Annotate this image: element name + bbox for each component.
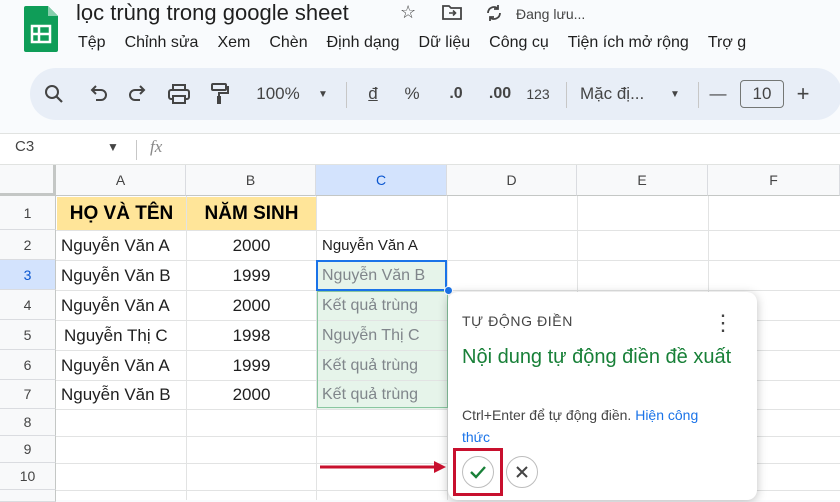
select-all-corner[interactable]	[0, 165, 56, 196]
name-box-dropdown-icon[interactable]: ▼	[107, 140, 119, 154]
font-size-input[interactable]: 10	[740, 80, 784, 108]
close-icon	[516, 466, 528, 478]
name-box[interactable]: C3	[15, 138, 34, 155]
row-header-2[interactable]: 2	[0, 230, 56, 260]
cell-b5[interactable]: 1998	[187, 321, 316, 350]
font-family-select[interactable]: Mặc đị...	[580, 80, 666, 108]
undo-icon[interactable]	[84, 80, 112, 108]
row-header-9[interactable]: 9	[0, 436, 56, 463]
decrease-decimal-button[interactable]: .0	[440, 80, 472, 108]
menu-extensions[interactable]: Tiện ích mở rộng	[568, 34, 689, 51]
toolbar-divider	[346, 82, 347, 108]
paint-format-icon[interactable]	[206, 80, 234, 108]
zoom-dropdown-icon[interactable]: ▼	[316, 80, 330, 108]
menu-view[interactable]: Xem	[217, 34, 250, 51]
number-format-button[interactable]: 123	[522, 80, 554, 108]
font-size-increase-button[interactable]: +	[792, 80, 814, 108]
row-header-8[interactable]: 8	[0, 409, 56, 436]
increase-decimal-button[interactable]: .00	[480, 80, 520, 108]
cell-b3[interactable]: 1999	[187, 261, 316, 290]
menu-format[interactable]: Định dạng	[327, 34, 400, 51]
cell-a3[interactable]: Nguyễn Văn B	[57, 261, 186, 290]
autofill-shortcut-text: Ctrl+Enter để tự động điền.	[462, 407, 632, 423]
currency-format-button[interactable]: đ	[360, 80, 386, 108]
star-icon[interactable]: ☆	[400, 2, 416, 23]
cell-b2[interactable]: 2000	[187, 231, 316, 260]
cell-a2[interactable]: Nguyễn Văn A	[57, 231, 186, 260]
cell-a7[interactable]: Nguyễn Văn B	[57, 381, 186, 409]
more-options-icon[interactable]: ⋮	[712, 310, 734, 336]
dismiss-autofill-button[interactable]	[506, 456, 538, 488]
fx-icon: fx	[150, 137, 163, 156]
cell-a6[interactable]: Nguyễn Văn A	[57, 351, 186, 380]
sheets-logo-icon[interactable]	[24, 6, 58, 52]
row-header-3[interactable]: 3	[0, 260, 56, 290]
callout-arrow-icon	[318, 459, 450, 480]
menu-data[interactable]: Dữ liệu	[419, 34, 471, 51]
menu-file[interactable]: Tệp	[78, 34, 106, 51]
percent-format-button[interactable]: %	[400, 80, 424, 108]
menu-help[interactable]: Trợ g	[708, 34, 746, 51]
font-dropdown-icon[interactable]: ▼	[668, 80, 682, 108]
move-folder-icon[interactable]	[442, 4, 462, 25]
cell-b6[interactable]: 1999	[187, 351, 316, 380]
menu-bar: Tệp Chỉnh sửa Xem Chèn Định dạng Dữ liệu Công …	[78, 34, 765, 56]
column-header-a[interactable]: A	[56, 165, 186, 196]
autofill-popup-title: TỰ ĐỘNG ĐIỀN	[462, 313, 573, 329]
column-header-d[interactable]: D	[447, 165, 577, 196]
cell-a4[interactable]: Nguyễn Văn A	[57, 291, 186, 320]
column-header-e[interactable]: E	[577, 165, 708, 196]
row-header-4[interactable]: 4	[0, 290, 56, 320]
active-cell-selection	[316, 260, 447, 291]
cell-b1[interactable]: NĂM SINH	[187, 197, 316, 230]
menu-tools[interactable]: Công cụ	[489, 34, 549, 51]
save-status: Đang lưu...	[516, 6, 586, 22]
autofill-popup-heading: Nội dung tự động điền đề xuất	[462, 346, 732, 368]
row-header-5[interactable]: 5	[0, 320, 56, 350]
formula-bar-divider	[136, 140, 137, 160]
toolbar-divider	[698, 82, 699, 108]
cell-b4[interactable]: 2000	[187, 291, 316, 320]
document-title[interactable]: lọc trùng trong google sheet	[76, 0, 349, 26]
menu-insert[interactable]: Chèn	[269, 34, 307, 51]
cell-b7[interactable]: 2000	[187, 381, 316, 409]
font-size-decrease-button[interactable]: —	[708, 80, 728, 108]
search-icon[interactable]	[40, 80, 68, 108]
print-icon[interactable]	[164, 80, 194, 108]
formula-bar	[0, 133, 840, 165]
autofill-popup-hint: Ctrl+Enter để tự động điền. Hiện công th…	[462, 404, 722, 448]
cell-a5[interactable]: Nguyễn Thị C	[57, 321, 186, 350]
cell-c2[interactable]: Nguyễn Văn A	[317, 231, 447, 260]
row-header-1[interactable]: 1	[0, 196, 56, 230]
toolbar-divider	[566, 82, 567, 108]
toolbar: 100% ▼ đ % .0 .00 123 Mặc đị... ▼ — 10 +	[30, 68, 840, 120]
cell-a1[interactable]: HỌ VÀ TÊN	[57, 197, 186, 230]
redo-icon[interactable]	[124, 80, 152, 108]
column-header-c[interactable]: C	[316, 165, 447, 196]
row-header-10[interactable]: 10	[0, 463, 56, 490]
row-header-11[interactable]	[0, 490, 56, 502]
zoom-value[interactable]: 100%	[252, 80, 304, 108]
accept-highlight-frame	[453, 448, 503, 496]
menu-edit[interactable]: Chỉnh sửa	[125, 34, 199, 51]
autofill-suggestion-outline	[317, 291, 448, 408]
cloud-sync-icon[interactable]	[484, 4, 504, 27]
column-header-b[interactable]: B	[186, 165, 316, 196]
column-header-f[interactable]: F	[708, 165, 840, 196]
row-header-7[interactable]: 7	[0, 380, 56, 409]
row-header-6[interactable]: 6	[0, 350, 56, 380]
